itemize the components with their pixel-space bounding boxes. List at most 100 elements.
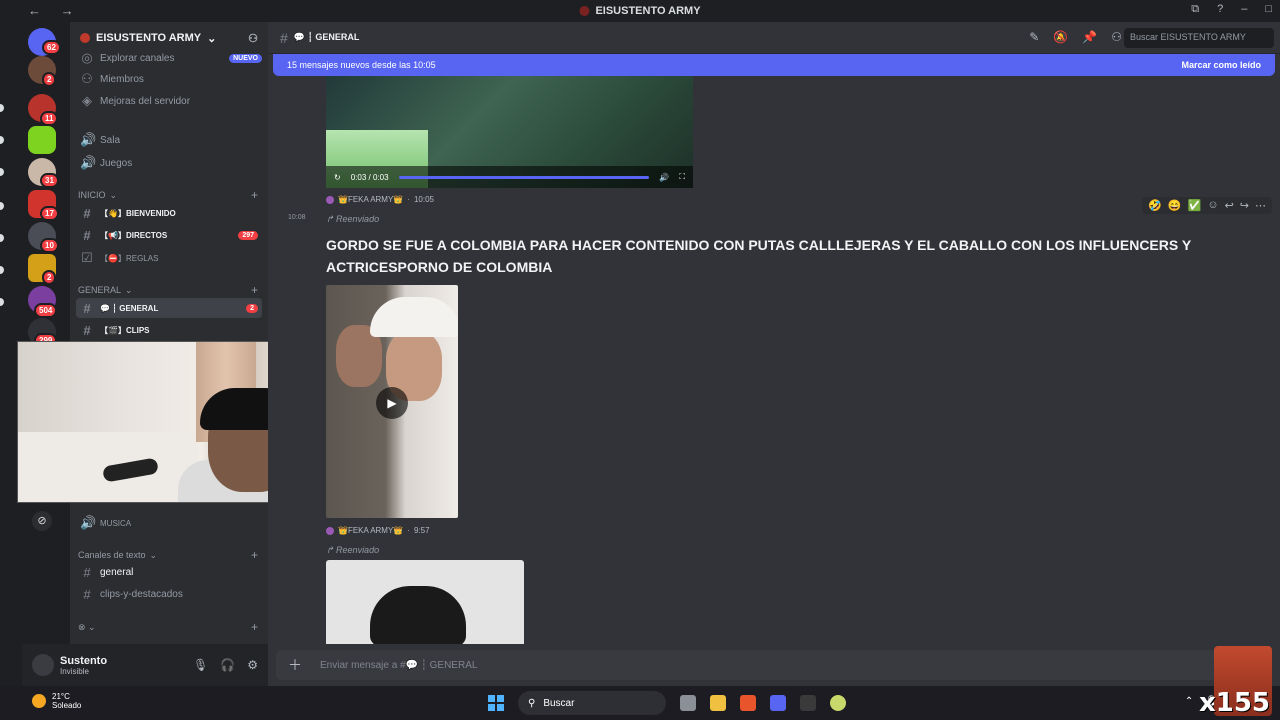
replay-icon[interactable]: ↻ <box>334 173 341 182</box>
new-badge: NUEVO <box>229 53 262 63</box>
add-member-icon[interactable]: ⚇ <box>248 32 258 45</box>
mute-icon[interactable]: 🔕 <box>1053 30 1068 44</box>
gear-icon[interactable]: ⚙ <box>247 658 258 672</box>
help-icon[interactable]: ? <box>1217 3 1223 16</box>
add-channel-icon[interactable]: + <box>251 283 258 297</box>
plus-icon[interactable]: ＋ <box>288 655 302 675</box>
mark-read-button[interactable]: Marcar como leído <box>1181 60 1261 70</box>
mention-badge: 297 <box>238 230 258 240</box>
voice-channel-sala[interactable]: 🔊 Sala <box>76 130 262 150</box>
channel-bienvenido[interactable]: # 【👋】BIENVENIDO <box>76 203 262 223</box>
sidebar-item-members[interactable]: ⚇ Miembros <box>76 69 262 89</box>
category-general[interactable]: GENERAL ⌄ + <box>78 283 258 297</box>
image-person <box>370 586 466 644</box>
author-name[interactable]: 👑FEKA ARMY👑 <box>338 526 403 535</box>
unread-pip <box>0 136 4 144</box>
microphone-icon[interactable]: 🎙 <box>193 658 208 672</box>
guild-name: EISUSTENTO ARMY <box>96 32 202 44</box>
chrome-icon[interactable] <box>800 695 816 711</box>
forwarded-label: ↱ Reenviado <box>326 214 380 224</box>
chevron-down-icon: ⌄ <box>207 32 217 45</box>
server-icon-3[interactable] <box>28 126 56 154</box>
fullscreen-icon[interactable]: ⛶ <box>679 172 685 182</box>
forward-icon[interactable]: ↪ <box>1240 199 1249 212</box>
sidebar-item-boosts[interactable]: ◈ Mejoras del servidor <box>76 91 262 111</box>
stream-overlay-counter: x155 <box>1198 688 1270 718</box>
image-attachment[interactable] <box>326 560 524 644</box>
discord-icon[interactable] <box>770 695 786 711</box>
message-actions: 🤣 😄 ✅ ☺ ↩ ↪ ⋯ <box>1142 197 1272 214</box>
brave-icon[interactable] <box>740 695 756 711</box>
channel-reglas[interactable]: ☑ 【⛔】REGLAS <box>76 248 262 268</box>
channel-directos[interactable]: # 【📢】DIRECTOS 297 <box>76 225 262 245</box>
nav-arrows[interactable]: ← → <box>28 3 82 18</box>
volume-icon[interactable]: 🔊 <box>659 173 669 182</box>
add-channel-icon[interactable]: + <box>251 620 258 634</box>
user-info[interactable]: Sustento Invisible <box>60 655 107 676</box>
reaction-icon[interactable]: 🤣 <box>1148 199 1162 212</box>
channel-general-active[interactable]: # 💬 ┆ GENERAL 2 <box>76 298 262 318</box>
reply-icon[interactable]: ↩ <box>1225 199 1234 212</box>
home-badge: 62 <box>42 40 61 55</box>
reaction-icon[interactable]: ✅ <box>1188 199 1202 212</box>
speaker-icon: 🔊 <box>80 132 97 147</box>
channel-clips[interactable]: # 【🎬】CLIPS <box>76 320 262 340</box>
app-icon[interactable] <box>830 695 846 711</box>
video-embed-2[interactable]: ▶ <box>326 285 458 518</box>
unread-pip <box>0 168 4 176</box>
category-text[interactable]: Canales de texto ⌄ + <box>78 548 258 562</box>
category-icon: ⊗ ⌄ <box>78 621 96 632</box>
weather-widget[interactable]: 21°C Soleado <box>32 692 81 710</box>
threads-icon[interactable]: ✎ <box>1029 30 1039 44</box>
avatar[interactable] <box>32 654 54 676</box>
sidebar-item-label: Mejoras del servidor <box>100 95 191 107</box>
unread-pip <box>0 104 4 112</box>
author-name[interactable]: 👑FEKA ARMY👑 <box>338 195 403 204</box>
add-reaction-icon[interactable]: ☺ <box>1207 199 1218 212</box>
reaction-icon[interactable]: 😄 <box>1168 199 1182 212</box>
message-input[interactable]: ＋ Enviar mensaje a #💬 ┆ GENERAL 🎁 GIF <box>276 650 1272 680</box>
voice-channel-juegos[interactable]: 🔊 Juegos <box>76 153 262 173</box>
add-channel-icon[interactable]: + <box>251 188 258 202</box>
voice-channel-musica[interactable]: 🔊 MUSICA <box>76 513 262 533</box>
headphones-icon[interactable]: 🎧 <box>220 658 235 672</box>
channel-label: 【📢】DIRECTOS <box>100 230 168 240</box>
more-icon[interactable]: ⋯ <box>1255 199 1266 212</box>
add-channel-icon[interactable]: + <box>251 548 258 562</box>
message-composer: ＋ Enviar mensaje a #💬 ┆ GENERAL 🎁 GIF <box>268 644 1280 686</box>
new-messages-banner[interactable]: 15 mensajes nuevos desde las 10:05 Marca… <box>273 54 1275 76</box>
pin-icon[interactable]: 📌 <box>1082 30 1097 44</box>
unread-pip <box>0 298 4 306</box>
maximize-button[interactable]: □ <box>1265 3 1272 16</box>
play-icon[interactable]: ▶ <box>376 387 408 419</box>
message-timestamp: 10:08 <box>288 214 306 221</box>
author-avatar[interactable] <box>326 526 334 535</box>
task-view-icon[interactable] <box>680 695 696 711</box>
author-avatar[interactable] <box>326 195 334 204</box>
category-label: Canales de texto <box>78 550 146 560</box>
members-icon[interactable]: ⚇ <box>1111 30 1122 44</box>
windows-start-icon[interactable] <box>488 695 504 711</box>
inbox-icon[interactable]: ⧉ <box>1191 3 1199 16</box>
minimize-button[interactable]: – <box>1241 3 1247 16</box>
category-misc[interactable]: ⊗ ⌄ + <box>78 620 258 634</box>
category-inicio[interactable]: INICIO ⌄ + <box>78 188 258 202</box>
category-label: GENERAL <box>78 285 122 295</box>
video-controls: ↻ 0:03 / 0:03 🔊 ⛶ <box>326 166 693 188</box>
channel-general-text[interactable]: # general <box>76 562 262 582</box>
chevron-up-icon[interactable]: ⌃ <box>1185 696 1193 707</box>
progress-bar[interactable] <box>398 175 650 179</box>
channel-clips-destacados[interactable]: # clips-y-destacados <box>76 584 262 604</box>
sidebar-item-explore[interactable]: ◎ Explorar canales NUEVO <box>76 48 262 68</box>
video-embed-1[interactable]: ↻ 0:03 / 0:03 🔊 ⛶ <box>326 76 693 188</box>
chevron-down-icon: ⌄ <box>109 189 118 200</box>
sidebar-item-label: Miembros <box>100 73 144 85</box>
file-explorer-icon[interactable] <box>710 695 726 711</box>
discover-icon[interactable]: ⊘ <box>32 511 52 531</box>
taskbar-search[interactable]: ⚲ Buscar <box>518 691 666 715</box>
sidebar-item-label: Sala <box>100 134 121 146</box>
server-badge-7: 2 <box>42 270 57 285</box>
message-text: GORDO SE FUE A COLOMBIA PARA HACER CONTE… <box>326 237 1191 275</box>
message-author-line: 👑FEKA ARMY👑 · 9:57 <box>326 526 430 535</box>
search-input[interactable]: Buscar EISUSTENTO ARMY <box>1124 28 1274 48</box>
